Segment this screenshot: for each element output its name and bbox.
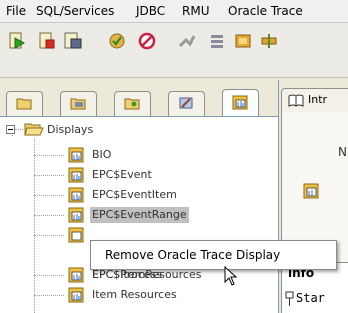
intro-text: N bbox=[338, 145, 347, 159]
console-area: Star bbox=[281, 285, 348, 313]
pin-icon bbox=[285, 291, 294, 306]
display-icon bbox=[68, 227, 84, 243]
tab-folder[interactable] bbox=[6, 91, 43, 116]
display-icon bbox=[232, 95, 248, 110]
stop-script-icon[interactable] bbox=[38, 32, 56, 50]
tab-tools[interactable] bbox=[168, 91, 205, 116]
tab-image[interactable] bbox=[114, 91, 151, 116]
tab-intro[interactable]: Intr bbox=[281, 88, 348, 113]
tab-folder-open[interactable] bbox=[60, 91, 97, 116]
folder-icon bbox=[16, 98, 32, 110]
tree-connector bbox=[15, 129, 23, 130]
display-icon bbox=[68, 167, 84, 183]
list-icon[interactable] bbox=[208, 32, 226, 50]
menu-sql-services[interactable]: SQL/Services bbox=[36, 4, 114, 19]
display-icon bbox=[303, 183, 319, 199]
tree-item[interactable]: Item Resources bbox=[0, 286, 270, 305]
database-icon[interactable] bbox=[234, 32, 252, 50]
tree-root-label[interactable]: Displays bbox=[47, 123, 93, 137]
menu-item-remove-display[interactable]: Remove Oracle Trace Display bbox=[92, 242, 335, 268]
context-menu: Remove Oracle Trace Display bbox=[90, 240, 337, 270]
network-icon[interactable] bbox=[260, 32, 278, 50]
tab-intro-label: Intr bbox=[308, 93, 328, 106]
folder-open-icon bbox=[70, 98, 86, 110]
menu-rmu[interactable]: RMU bbox=[182, 4, 209, 19]
run-script-icon[interactable] bbox=[8, 32, 26, 50]
tab-displays[interactable] bbox=[222, 89, 259, 116]
mouse-cursor-icon bbox=[224, 266, 238, 286]
display-icon bbox=[68, 187, 84, 203]
tree-item[interactable]: EPC$EventItem bbox=[0, 186, 270, 205]
tree-item-label: EPC$EventRange bbox=[90, 207, 189, 223]
menu-jdbc[interactable]: JDBC bbox=[136, 4, 165, 19]
display-icon bbox=[68, 207, 84, 223]
menu-file[interactable]: File bbox=[6, 4, 26, 19]
collapse-toggle-icon[interactable] bbox=[6, 125, 15, 134]
disconnect-icon[interactable] bbox=[178, 32, 196, 50]
cancel-icon[interactable] bbox=[138, 32, 156, 50]
folder-open-icon bbox=[24, 123, 44, 136]
tree-item-label: EPC$Event bbox=[92, 168, 152, 181]
display-icon bbox=[68, 267, 84, 283]
menu-bar: File SQL/Services JDBC RMU Oracle Trace bbox=[0, 0, 348, 23]
tree-item-selected[interactable]: EPC$EventRange bbox=[0, 206, 270, 225]
book-icon bbox=[288, 94, 304, 107]
approve-icon[interactable] bbox=[108, 32, 126, 50]
image-icon bbox=[124, 98, 140, 110]
console-text: Star bbox=[296, 291, 325, 305]
menu-oracle-trace[interactable]: Oracle Trace bbox=[228, 4, 303, 19]
tree-item-label: EPC$EventItem bbox=[92, 188, 177, 201]
tree-item[interactable]: BIO bbox=[0, 146, 270, 165]
display-icon bbox=[68, 147, 84, 163]
tree-item[interactable]: EPC$Event bbox=[0, 166, 270, 185]
tree-item-label: EPC$ItemResources bbox=[92, 268, 202, 281]
tools-icon bbox=[179, 97, 193, 109]
page-edit-icon[interactable] bbox=[64, 32, 82, 50]
tree-item-label: Item Resources bbox=[92, 288, 177, 301]
tree-item-label: BIO bbox=[92, 148, 112, 161]
display-icon bbox=[68, 287, 84, 303]
menu-item-label: Remove Oracle Trace Display bbox=[105, 248, 281, 262]
